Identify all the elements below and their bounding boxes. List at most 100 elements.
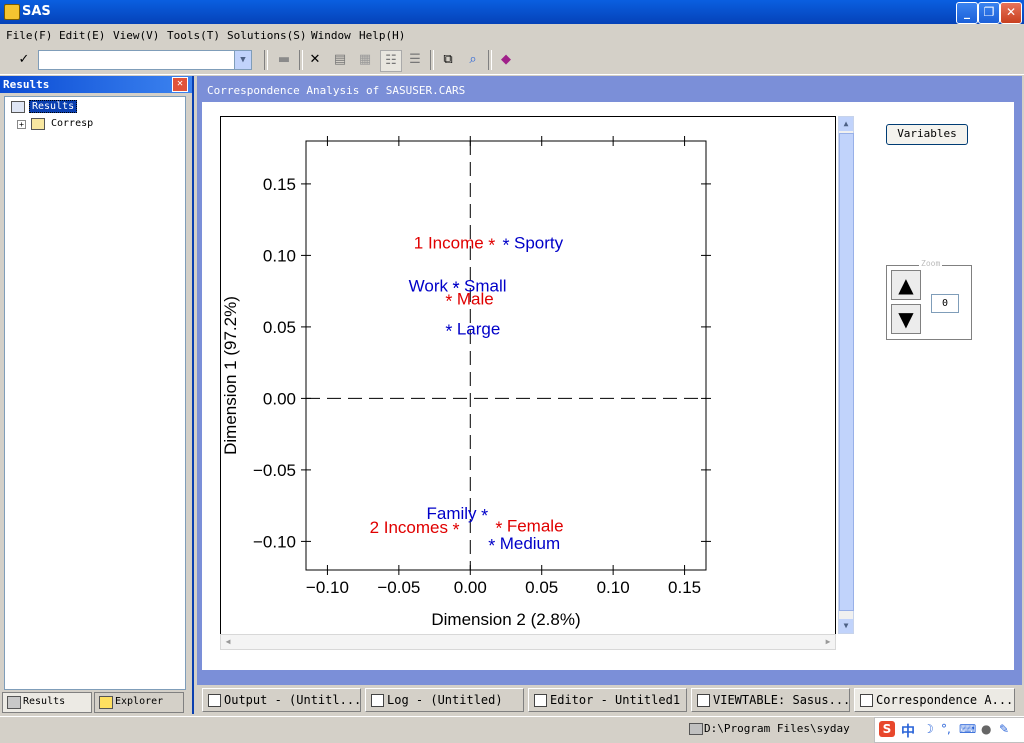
results-panel-title: Results bbox=[3, 78, 50, 91]
point-label: Work bbox=[409, 276, 449, 295]
moon-icon[interactable]: ☽ bbox=[923, 722, 934, 736]
menu-help[interactable]: Help(H) bbox=[359, 29, 405, 42]
help-book-icon[interactable]: ◆ bbox=[496, 50, 516, 70]
ime-logo-icon[interactable]: S bbox=[879, 721, 895, 737]
task-label: Correspondence A... bbox=[876, 693, 1014, 707]
y-tick-label: 0.15 bbox=[263, 175, 296, 194]
point-label: Family bbox=[427, 504, 478, 523]
restore-button[interactable]: ❐ bbox=[978, 2, 1000, 24]
y-tick-label: −0.05 bbox=[253, 461, 296, 480]
windows-icon[interactable]: ⧉ bbox=[438, 50, 458, 70]
graph-content: −0.10 −0.05 0.00 0.05 0.10 0.15 0.15 0.10 0.05 0.… bbox=[202, 102, 1014, 670]
task-correspondence[interactable]: Correspondence A... bbox=[854, 688, 1015, 712]
details-icon[interactable]: ▦ bbox=[355, 50, 375, 70]
y-tick-label: 0.05 bbox=[263, 318, 296, 337]
plot-area: −0.10 −0.05 0.00 0.05 0.10 0.15 0.15 0.10 0.05 0.… bbox=[220, 116, 836, 636]
y-tick-label: −0.10 bbox=[253, 532, 296, 551]
point-label: Large bbox=[457, 319, 500, 338]
punctuation-icon[interactable]: °, bbox=[941, 722, 951, 736]
chevron-down-icon[interactable]: ▼ bbox=[234, 51, 251, 69]
list-view-icon[interactable]: ☷ bbox=[380, 50, 402, 72]
zoom-value-field[interactable]: 0 bbox=[931, 294, 959, 313]
window-titlebar: SAS _ ❐ ✕ bbox=[0, 0, 1024, 24]
toolbar-separator bbox=[299, 50, 303, 70]
minimize-button[interactable]: _ bbox=[956, 2, 978, 24]
vertical-scrollbar[interactable]: ▲ ▼ bbox=[838, 116, 854, 634]
scroll-left-icon[interactable]: ◀ bbox=[221, 635, 235, 649]
command-box[interactable]: ▼ bbox=[38, 50, 252, 70]
x-tick-label: 0.15 bbox=[668, 578, 701, 597]
zoom-out-arrow-icon[interactable]: ▼ bbox=[891, 304, 921, 334]
results-icon bbox=[7, 696, 21, 709]
close-button[interactable]: ✕ bbox=[1000, 2, 1022, 24]
results-tree: Results + Corresp bbox=[4, 96, 186, 690]
ime-toolbar: S 中 ☽ °, ⌨ ● ✎ bbox=[874, 717, 1024, 743]
y-axis-label: Dimension 1 (97.2%) bbox=[221, 296, 240, 455]
zoom-group: Zoom ▲ ▼ 0 bbox=[886, 259, 972, 340]
point-marker: * bbox=[445, 321, 452, 341]
point-marker: * bbox=[452, 520, 459, 540]
graph-window-title: Correspondence Analysis of SASUSER.CARS bbox=[207, 84, 466, 97]
point-marker: * bbox=[452, 278, 459, 298]
expand-icon[interactable]: + bbox=[17, 120, 26, 129]
menu-tools[interactable]: Tools(T) bbox=[167, 29, 220, 42]
window-title: SAS bbox=[22, 4, 51, 19]
folder-icon bbox=[31, 118, 45, 130]
x-tick-label: −0.10 bbox=[306, 578, 349, 597]
menu-window[interactable]: Window bbox=[311, 29, 351, 42]
menu-bar: File(F) Edit(E) View(V) Tools(T) Solutio… bbox=[0, 24, 1024, 46]
zoom-legend: Zoom bbox=[919, 259, 943, 268]
task-editor[interactable]: Editor - Untitled1 bbox=[528, 688, 687, 712]
x-tick-label: 0.05 bbox=[525, 578, 558, 597]
task-viewtable[interactable]: VIEWTABLE: Sasus... bbox=[691, 688, 850, 712]
x-tick-label: 0.10 bbox=[597, 578, 630, 597]
point-label: Small bbox=[464, 276, 507, 295]
editor-icon bbox=[534, 694, 547, 707]
tree-item-corresp[interactable]: Corresp bbox=[51, 118, 93, 129]
task-label: VIEWTABLE: Sasus... bbox=[713, 693, 850, 707]
scroll-down-icon[interactable]: ▼ bbox=[839, 619, 853, 633]
scroll-right-icon[interactable]: ▶ bbox=[821, 635, 835, 649]
menu-edit[interactable]: Edit(E) bbox=[59, 29, 105, 42]
tab-results[interactable]: Results bbox=[2, 692, 92, 713]
delete-icon[interactable]: ✕ bbox=[305, 50, 325, 70]
viewtable-icon bbox=[697, 694, 710, 707]
task-label: Output - (Untitl... bbox=[224, 693, 361, 707]
point-marker: * bbox=[481, 506, 488, 526]
correspondence-plot: −0.10 −0.05 0.00 0.05 0.10 0.15 0.15 0.10 0.05 0.… bbox=[221, 136, 711, 629]
task-label: Editor - Untitled1 bbox=[550, 693, 681, 707]
find-icon[interactable]: ⌕ bbox=[463, 50, 483, 70]
point-label: Sporty bbox=[514, 234, 564, 253]
variables-button[interactable]: Variables bbox=[886, 124, 968, 145]
x-tick-label: −0.05 bbox=[377, 578, 420, 597]
menu-solutions[interactable]: Solutions(S) bbox=[227, 29, 306, 42]
menu-view[interactable]: View(V) bbox=[113, 29, 159, 42]
tree-item-results[interactable]: Results bbox=[29, 100, 78, 113]
scroll-up-icon[interactable]: ▲ bbox=[839, 117, 853, 131]
open-folder-icon[interactable]: ▬ bbox=[274, 50, 294, 70]
task-output[interactable]: Output - (Untitl... bbox=[202, 688, 361, 712]
graph-window: Correspondence Analysis of SASUSER.CARS … bbox=[197, 76, 1022, 685]
window-taskbar: Output - (Untitl... Log - (Untitled) Edi… bbox=[197, 686, 1024, 716]
menu-file[interactable]: File(F) bbox=[6, 29, 52, 42]
small-icons-icon[interactable]: ☰ bbox=[405, 50, 425, 70]
tab-label: Results bbox=[23, 696, 66, 707]
results-panel: Results ✕ Results + Corresp Results Expl… bbox=[0, 76, 194, 714]
scroll-thumb[interactable] bbox=[839, 133, 854, 611]
explorer-icon bbox=[99, 696, 113, 709]
horizontal-scrollbar[interactable]: ◀ ▶ bbox=[220, 634, 836, 650]
keyboard-icon[interactable]: ⌨ bbox=[959, 722, 976, 736]
properties-icon[interactable]: ▤ bbox=[330, 50, 350, 70]
ime-chinese-mode-icon[interactable]: 中 bbox=[901, 721, 915, 741]
status-path: D:\Program Files\syday bbox=[704, 722, 850, 735]
point-label: 1 Income bbox=[414, 234, 484, 253]
checkmark-icon[interactable]: ✓ bbox=[14, 50, 34, 70]
wrench-icon[interactable]: ✎ bbox=[999, 722, 1009, 736]
zoom-in-arrow-icon[interactable]: ▲ bbox=[891, 270, 921, 300]
task-log[interactable]: Log - (Untitled) bbox=[365, 688, 524, 712]
tab-explorer[interactable]: Explorer bbox=[94, 692, 184, 713]
user-icon[interactable]: ● bbox=[981, 722, 991, 736]
close-icon[interactable]: ✕ bbox=[172, 77, 188, 92]
folder-icon bbox=[689, 723, 703, 735]
x-axis-label: Dimension 2 (2.8%) bbox=[431, 610, 580, 629]
